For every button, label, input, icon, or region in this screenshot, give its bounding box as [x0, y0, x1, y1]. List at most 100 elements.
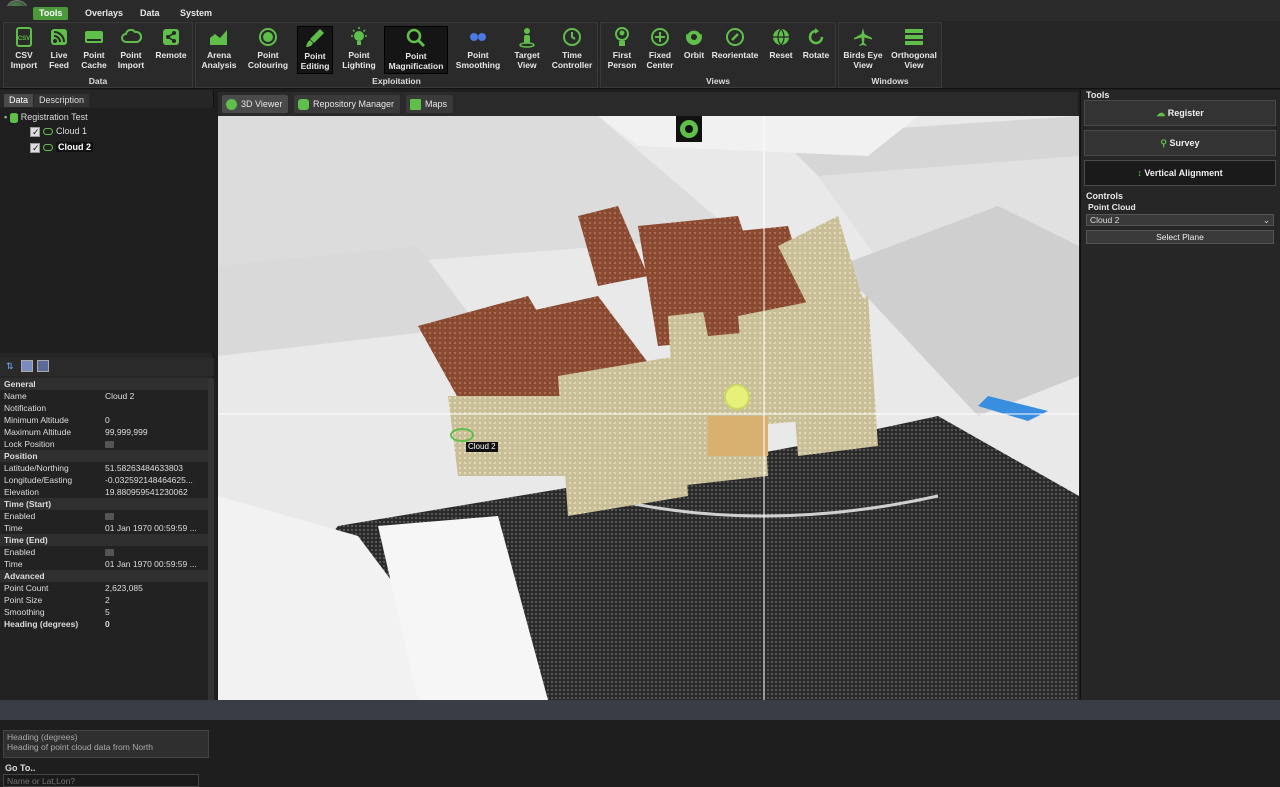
- tree-item-cloud-2[interactable]: Cloud 2: [30, 140, 93, 155]
- point-cloud-select[interactable]: Cloud 2 ⌄: [1086, 214, 1274, 226]
- point-cloud-select-value: Cloud 2: [1090, 215, 1120, 225]
- menu-tab-tools[interactable]: Tools: [33, 7, 69, 20]
- property-row[interactable]: Heading (degrees) 0: [0, 618, 208, 630]
- select-plane-button[interactable]: Select Plane: [1086, 230, 1274, 244]
- target-view-button[interactable]: Target View: [506, 26, 548, 74]
- property-value[interactable]: 0: [105, 414, 205, 426]
- property-value[interactable]: 2: [105, 594, 205, 606]
- point-magnification-button[interactable]: Point Magnification: [384, 26, 448, 74]
- birds-eye-view-button[interactable]: Birds Eye View: [841, 26, 885, 74]
- property-value[interactable]: 51.58263484633803: [105, 462, 205, 474]
- property-row[interactable]: Smoothing 5: [0, 606, 208, 618]
- property-section[interactable]: Advanced: [0, 570, 208, 582]
- point-colouring-button[interactable]: Point Colouring: [243, 26, 293, 74]
- property-row[interactable]: Lock Position: [0, 438, 208, 450]
- property-row[interactable]: Point Size 2: [0, 594, 208, 606]
- property-value[interactable]: 99,999,999: [105, 426, 205, 438]
- reset-label: Reset: [769, 50, 793, 60]
- live-feed-button[interactable]: Live Feed: [42, 26, 76, 74]
- vertical-alignment-button[interactable]: ↕ Vertical Alignment: [1084, 160, 1276, 186]
- property-value[interactable]: 19.880959541230062: [105, 486, 205, 498]
- point-import-button[interactable]: Point Import: [112, 26, 150, 74]
- register-button[interactable]: ☁ Register: [1084, 100, 1276, 126]
- point-lighting-button[interactable]: Point Lighting: [337, 26, 381, 74]
- csv-import-button[interactable]: CSV CSV Import: [7, 26, 41, 74]
- rotate-button[interactable]: Rotate: [799, 26, 833, 74]
- list-view-icon[interactable]: [37, 360, 49, 372]
- tab-repository-manager[interactable]: Repository Manager: [294, 95, 401, 113]
- property-row[interactable]: Notification: [0, 402, 208, 414]
- property-row[interactable]: Maximum Altitude 99,999,999: [0, 426, 208, 438]
- goto-input[interactable]: [3, 774, 199, 787]
- ribbon-group-data: CSV CSV Import Live Feed Point Cache Point I…: [3, 22, 193, 88]
- category-view-icon[interactable]: [21, 360, 33, 372]
- property-value[interactable]: 01 Jan 1970 00:59:59 ...: [105, 558, 205, 570]
- tab-data[interactable]: Data: [4, 94, 34, 107]
- property-key: Time: [4, 559, 23, 569]
- property-value[interactable]: [105, 438, 205, 450]
- property-row[interactable]: Enabled: [0, 546, 208, 558]
- toggle-switch[interactable]: [105, 441, 114, 449]
- property-section[interactable]: General: [0, 378, 208, 390]
- tab-3d-viewer[interactable]: 3D Viewer: [222, 95, 289, 113]
- property-row[interactable]: Elevation 19.880959541230062: [0, 486, 208, 498]
- register-label: Register: [1167, 108, 1204, 118]
- tab-description[interactable]: Description: [34, 94, 90, 107]
- property-row[interactable]: Time 01 Jan 1970 00:59:59 ...: [0, 558, 208, 570]
- property-row[interactable]: Enabled: [0, 510, 208, 522]
- property-key: Smoothing: [4, 607, 45, 617]
- property-value[interactable]: 5: [105, 606, 205, 618]
- cloud-1-checkbox[interactable]: [30, 125, 40, 139]
- viewport-cloud-label[interactable]: Cloud 2: [466, 442, 498, 452]
- compass-icon: [726, 28, 744, 46]
- sort-icon[interactable]: ⇅: [6, 361, 14, 372]
- menu-tab-system[interactable]: System: [174, 7, 218, 20]
- property-value[interactable]: -0.032592148464625...: [105, 474, 205, 486]
- property-value[interactable]: [105, 510, 205, 522]
- ribbon-toolbar: CSV CSV Import Live Feed Point Cache Point I…: [0, 21, 1280, 89]
- orbit-button[interactable]: Orbit: [680, 26, 708, 74]
- first-person-button[interactable]: First Person: [604, 26, 640, 74]
- collapse-icon[interactable]: ▪: [4, 112, 7, 122]
- property-value[interactable]: 2,623,085: [105, 582, 205, 594]
- tree-item-cloud-1[interactable]: Cloud 1: [30, 124, 87, 139]
- property-value[interactable]: Cloud 2: [105, 390, 205, 402]
- property-row[interactable]: Name Cloud 2: [0, 390, 208, 402]
- point-lighting-label-2: Lighting: [342, 60, 376, 70]
- fixed-center-button[interactable]: Fixed Center: [642, 26, 678, 74]
- property-section[interactable]: Position: [0, 450, 208, 462]
- toggle-switch[interactable]: [105, 549, 114, 557]
- properties-scrollbar[interactable]: [208, 378, 214, 720]
- point-cache-button[interactable]: Point Cache: [77, 26, 111, 74]
- toggle-switch[interactable]: [105, 513, 114, 521]
- property-section[interactable]: Time (Start): [0, 498, 208, 510]
- reorientate-button[interactable]: Reorientate: [709, 26, 761, 74]
- point-smoothing-button[interactable]: Point Smoothing: [452, 26, 504, 74]
- tree-root-registration-test[interactable]: ▪ Registration Test: [4, 110, 88, 124]
- survey-button[interactable]: ⚲ Survey: [1084, 130, 1276, 156]
- menu-tab-overlays[interactable]: Overlays: [79, 7, 129, 20]
- property-value[interactable]: 01 Jan 1970 00:59:59 ...: [105, 522, 205, 534]
- orthogonal-view-button[interactable]: Orthogonal View: [887, 26, 941, 74]
- time-controller-button[interactable]: Time Controller: [548, 26, 596, 74]
- menu-tab-data[interactable]: Data: [134, 7, 166, 20]
- cloud-icon: [43, 128, 53, 136]
- 3d-viewport[interactable]: Cloud 2: [218, 116, 1079, 700]
- property-row[interactable]: Time 01 Jan 1970 00:59:59 ...: [0, 522, 208, 534]
- property-value[interactable]: 0: [105, 618, 205, 630]
- property-value[interactable]: [105, 546, 205, 558]
- point-editing-button[interactable]: Point Editing: [297, 26, 333, 74]
- reset-button[interactable]: Reset: [765, 26, 797, 74]
- property-row[interactable]: Latitude/Northing 51.58263484633803: [0, 462, 208, 474]
- tab-repository-manager-label: Repository Manager: [313, 99, 395, 109]
- property-row[interactable]: Longitude/Easting -0.032592148464625...: [0, 474, 208, 486]
- arena-analysis-button[interactable]: Arena Analysis: [199, 26, 239, 74]
- property-key: General: [4, 379, 36, 389]
- property-row[interactable]: Point Count 2,623,085: [0, 582, 208, 594]
- remote-button[interactable]: Remote: [152, 26, 190, 74]
- property-section[interactable]: Time (End): [0, 534, 208, 546]
- tab-maps[interactable]: Maps: [406, 95, 454, 113]
- globe-icon: [773, 28, 789, 46]
- property-row[interactable]: Minimum Altitude 0: [0, 414, 208, 426]
- cloud-2-checkbox[interactable]: [30, 141, 40, 155]
